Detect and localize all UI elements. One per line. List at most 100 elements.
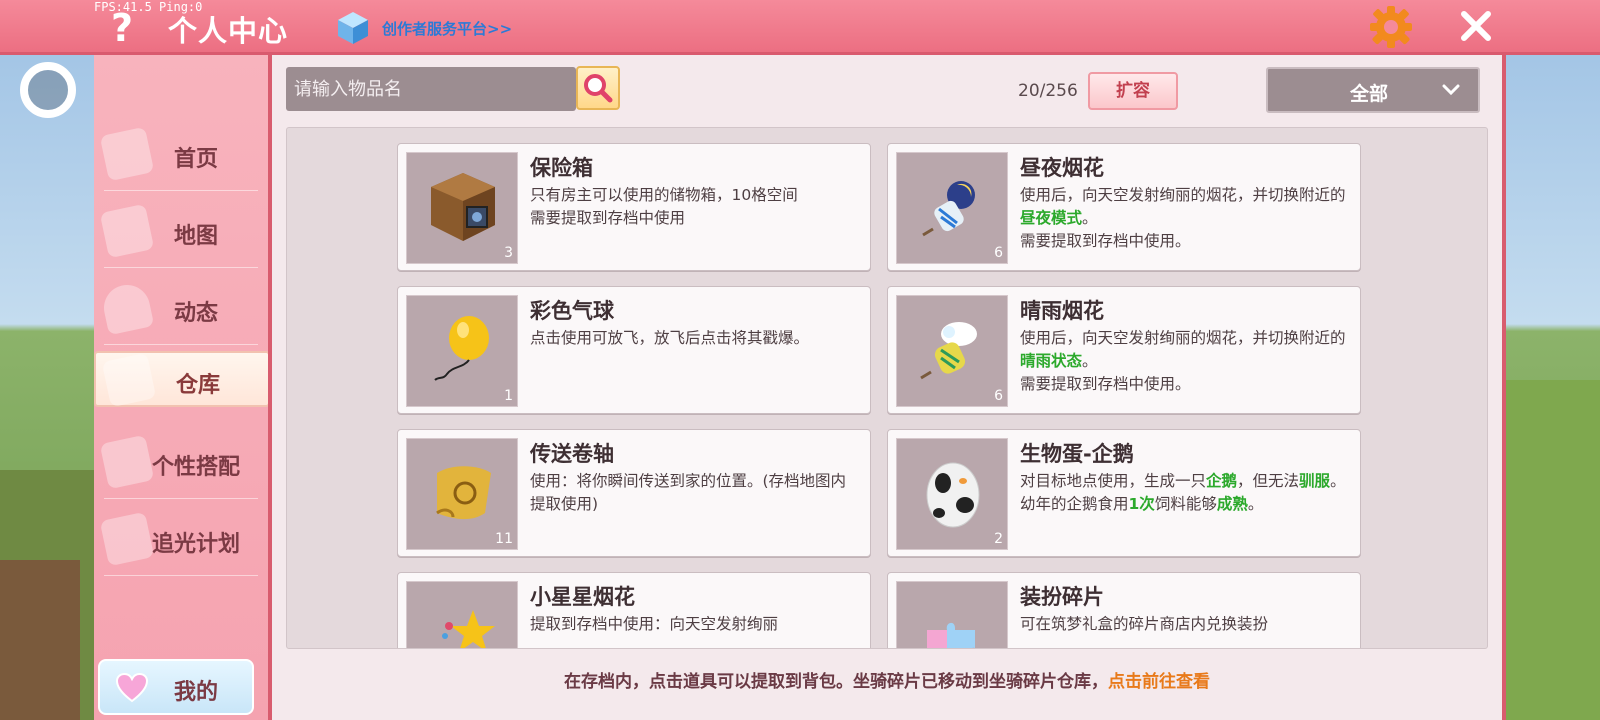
footer-note: 在存档内，点击道具可以提取到背包。坐骑碎片已移动到坐骑碎片仓库，点击前往查看	[272, 667, 1502, 692]
desc-line: 只有房主可以使用的储物箱，10格空间	[530, 186, 798, 204]
sidebar-item-label: 首页	[173, 147, 218, 172]
expand-button[interactable]: 扩容	[1088, 72, 1178, 110]
heart-icon	[116, 673, 148, 703]
desc-line: 需要提取到存档中使用。	[1020, 232, 1191, 250]
desc-line: 对目标地点使用，生成一只企鹅，但无法驯服。	[1020, 470, 1350, 493]
item-card[interactable]: 小星星烟花 提取到存档中使用：向天空发射绚丽	[397, 572, 871, 648]
item-quantity: 6	[994, 245, 1003, 261]
item-description: 可在筑梦礼盒的碎片商店内兑换装扮	[1020, 613, 1350, 636]
firework-icon	[922, 181, 975, 237]
star-icon	[442, 610, 495, 648]
item-description: 只有房主可以使用的储物箱，10格空间 需要提取到存档中使用	[530, 184, 860, 230]
search-input[interactable]	[294, 75, 564, 103]
mine-label: 我的	[174, 680, 219, 705]
divider	[104, 498, 258, 499]
item-name: 晴雨烟花	[1020, 299, 1104, 323]
desc-line: 需要提取到存档中使用	[530, 209, 686, 227]
item-thumbnail: 11	[406, 438, 518, 550]
search-button[interactable]	[576, 66, 620, 110]
desc-text: 。	[1082, 209, 1098, 227]
top-bar: ? 个人中心 创作者服务平台>>	[0, 0, 1600, 55]
item-grid[interactable]: 3 保险箱 只有房主可以使用的储物箱，10格空间 需要提取到存档中使用 6 昼夜…	[286, 127, 1488, 649]
item-card[interactable]: 装扮碎片 可在筑梦礼盒的碎片商店内兑换装扮	[887, 572, 1361, 648]
scroll-icon	[436, 466, 491, 520]
category-filter[interactable]: 全部	[1266, 67, 1480, 113]
item-name: 传送卷轴	[530, 442, 614, 466]
cube-icon[interactable]	[336, 10, 370, 46]
item-thumbnail: 3	[406, 152, 518, 264]
desc-text: 。	[1082, 352, 1098, 370]
item-thumbnail	[406, 581, 518, 648]
sidebar-item-warehouse[interactable]: 仓库	[94, 351, 270, 408]
record-button[interactable]	[20, 62, 76, 118]
footer-text: 在存档内，点击道具可以提取到背包。坐骑碎片已移动到坐骑碎片仓库，	[564, 672, 1108, 692]
fps-readout: FPS:41.5 Ping:0	[94, 0, 203, 14]
desc-highlight: 1次	[1128, 495, 1155, 513]
item-card[interactable]: 6 晴雨烟花 使用后，向天空发射绚丽的烟花，并切换附近的晴雨状态。 需要提取到存…	[887, 286, 1361, 414]
item-card[interactable]: 3 保险箱 只有房主可以使用的储物箱，10格空间 需要提取到存档中使用	[397, 143, 871, 271]
desc-line: 幼年的企鹅食用1次饲料能够成熟。	[1020, 493, 1350, 516]
sidebar-item-light-chase[interactable]: 追光计划	[94, 504, 268, 576]
item-thumbnail: 6	[896, 295, 1008, 407]
desc-text: 饲料能够	[1154, 495, 1217, 513]
item-name: 彩色气球	[530, 299, 614, 323]
desc-line: 使用后，向天空发射绚丽的烟花，并切换附近的昼夜模式。	[1020, 184, 1350, 230]
creator-platform-link[interactable]: 创作者服务平台>>	[382, 18, 512, 39]
item-quantity: 1	[504, 388, 513, 404]
sidebar-item-outfit[interactable]: 个性搭配	[94, 427, 268, 499]
desc-highlight: 成熟	[1216, 495, 1248, 513]
desc-line: 点击使用可放飞，放飞后点击将其戳爆。	[530, 329, 810, 347]
divider	[104, 344, 258, 345]
sidebar-item-feed[interactable]: 动态	[94, 273, 268, 345]
item-quantity: 3	[504, 245, 513, 261]
balloon-icon	[434, 316, 489, 381]
divider	[104, 575, 258, 576]
background-block	[0, 560, 80, 720]
desc-highlight: 晴雨状态	[1020, 352, 1083, 370]
item-thumbnail: 6	[896, 152, 1008, 264]
gear-icon[interactable]	[1368, 4, 1414, 50]
desc-highlight: 昼夜模式	[1020, 209, 1083, 227]
page-title: 个人中心	[168, 14, 289, 48]
divider	[104, 190, 258, 191]
item-quantity: 2	[994, 531, 1003, 547]
chevron-down-icon	[1442, 84, 1460, 96]
mine-button[interactable]: 我的	[98, 659, 254, 715]
capacity-count: 20/256	[1018, 81, 1078, 101]
desc-highlight: 驯服	[1299, 472, 1331, 490]
chest-icon	[431, 173, 495, 241]
item-card[interactable]: 1 彩色气球 点击使用可放飞，放飞后点击将其戳爆。	[397, 286, 871, 414]
desc-text: 使用后，向天空发射绚丽的烟花，并切换附近的	[1020, 329, 1346, 347]
item-thumbnail	[896, 581, 1008, 648]
sidebar-item-map[interactable]: 地图	[94, 196, 268, 268]
sidebar-item-label: 地图	[173, 224, 218, 249]
desc-line: 需要提取到存档中使用。	[1020, 375, 1191, 393]
desc-line: 使用后，向天空发射绚丽的烟花，并切换附近的晴雨状态。	[1020, 327, 1350, 373]
item-name: 昼夜烟花	[1020, 156, 1104, 180]
item-card[interactable]: 6 昼夜烟花 使用后，向天空发射绚丽的烟花，并切换附近的昼夜模式。 需要提取到存…	[887, 143, 1361, 271]
help-icon[interactable]: ?	[104, 8, 140, 48]
sidebar-item-label: 动态	[173, 301, 218, 326]
item-thumbnail: 2	[896, 438, 1008, 550]
close-icon[interactable]	[1456, 6, 1496, 46]
item-name: 装扮碎片	[1020, 585, 1104, 609]
item-description: 使用：将你瞬间传送到家的位置。(存档地图内提取使用)	[530, 470, 860, 516]
sidebar-item-label: 追光计划	[151, 532, 240, 557]
item-card[interactable]: 2 生物蛋-企鹅 对目标地点使用，生成一只企鹅，但无法驯服。 幼年的企鹅食用1次…	[887, 429, 1361, 557]
desc-text: 幼年的企鹅食用	[1020, 495, 1129, 513]
sidebar: 首页 地图 动态 仓库 个性搭配 追光计划 我的	[94, 55, 270, 720]
item-card[interactable]: 11 传送卷轴 使用：将你瞬间传送到家的位置。(存档地图内提取使用)	[397, 429, 871, 557]
item-description: 点击使用可放飞，放飞后点击将其戳爆。	[530, 327, 860, 350]
item-name: 生物蛋-企鹅	[1020, 442, 1134, 466]
puzzle-icon	[927, 623, 975, 648]
desc-text: 使用后，向天空发射绚丽的烟花，并切换附近的	[1020, 186, 1346, 204]
sidebar-item-home[interactable]: 首页	[94, 119, 268, 191]
item-quantity: 6	[994, 388, 1003, 404]
item-description: 对目标地点使用，生成一只企鹅，但无法驯服。 幼年的企鹅食用1次饲料能够成熟。	[1020, 470, 1350, 516]
desc-line: 可在筑梦礼盒的碎片商店内兑换装扮	[1020, 615, 1269, 633]
sidebar-item-label: 个性搭配	[151, 455, 240, 480]
footer-link[interactable]: 点击前往查看	[1108, 672, 1210, 692]
item-description: 提取到存档中使用：向天空发射绚丽	[530, 613, 860, 636]
desc-line: 使用：将你瞬间传送到家的位置。(存档地图内提取使用)	[530, 472, 847, 513]
background-block	[1500, 380, 1600, 720]
